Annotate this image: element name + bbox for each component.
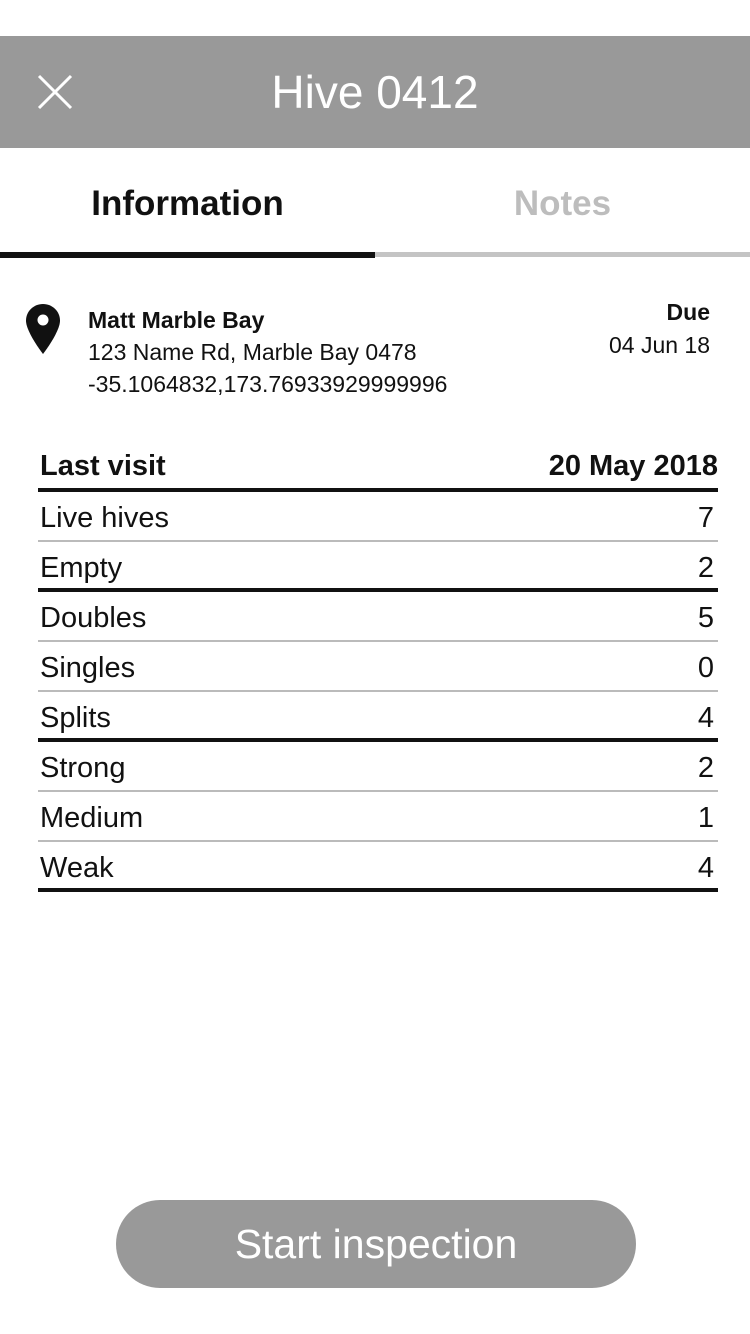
location-address: 123 Name Rd, Marble Bay 0478: [88, 339, 417, 365]
tab-information[interactable]: Information: [0, 148, 375, 258]
location-coordinates: -35.1064832,173.76933929999996: [88, 371, 448, 397]
row-label: Weak: [40, 852, 114, 884]
tab-information-label: Information: [91, 184, 284, 223]
row-value: 4: [697, 852, 714, 884]
row-label: Strong: [40, 752, 126, 784]
row-value: 0: [697, 652, 714, 684]
row-value: 4: [697, 702, 714, 734]
row-value: 2: [697, 552, 714, 584]
close-button[interactable]: [24, 61, 86, 123]
tab-notes[interactable]: Notes: [375, 148, 750, 258]
page-title: Hive 0412: [271, 66, 479, 118]
table-row-singles: Singles 0: [38, 642, 718, 692]
map-pin-icon: [26, 304, 60, 354]
row-label: Medium: [40, 802, 144, 834]
status-bar: [0, 0, 750, 36]
location-name: Matt Marble Bay: [88, 307, 265, 333]
close-icon: [37, 74, 73, 110]
table-row-strong: Strong 2: [38, 742, 718, 792]
row-value: 1: [697, 802, 714, 834]
last-visit-table: Last visit 20 May 2018 Live hives 7 Empt…: [38, 444, 718, 892]
tab-information-indicator: [0, 252, 375, 258]
last-visit-header: Last visit 20 May 2018: [38, 444, 718, 492]
last-visit-date: 20 May 2018: [548, 450, 718, 482]
tab-notes-label: Notes: [513, 184, 612, 223]
row-label: Splits: [40, 702, 111, 734]
row-label: Singles: [40, 652, 136, 684]
row-label: Empty: [40, 552, 123, 584]
due-label: Due: [666, 299, 710, 325]
start-inspection-button[interactable]: Start inspection: [116, 1200, 636, 1288]
table-row-weak: Weak 4: [38, 842, 718, 892]
table-row-splits: Splits 4: [38, 692, 718, 742]
table-row-empty: Empty 2: [38, 542, 718, 592]
last-visit-label: Last visit: [40, 450, 166, 482]
row-label: Live hives: [40, 502, 169, 534]
row-value: 7: [697, 502, 714, 534]
tab-notes-indicator: [375, 252, 750, 257]
due-date: 04 Jun 18: [608, 332, 710, 358]
row-value: 5: [697, 602, 714, 634]
tab-bar: Information Notes: [0, 148, 750, 258]
table-row-medium: Medium 1: [38, 792, 718, 842]
table-row-doubles: Doubles 5: [38, 592, 718, 642]
table-row-live-hives: Live hives 7: [38, 492, 718, 542]
row-label: Doubles: [40, 602, 147, 634]
row-value: 2: [697, 752, 714, 784]
header-bar: Hive 0412: [0, 36, 750, 148]
